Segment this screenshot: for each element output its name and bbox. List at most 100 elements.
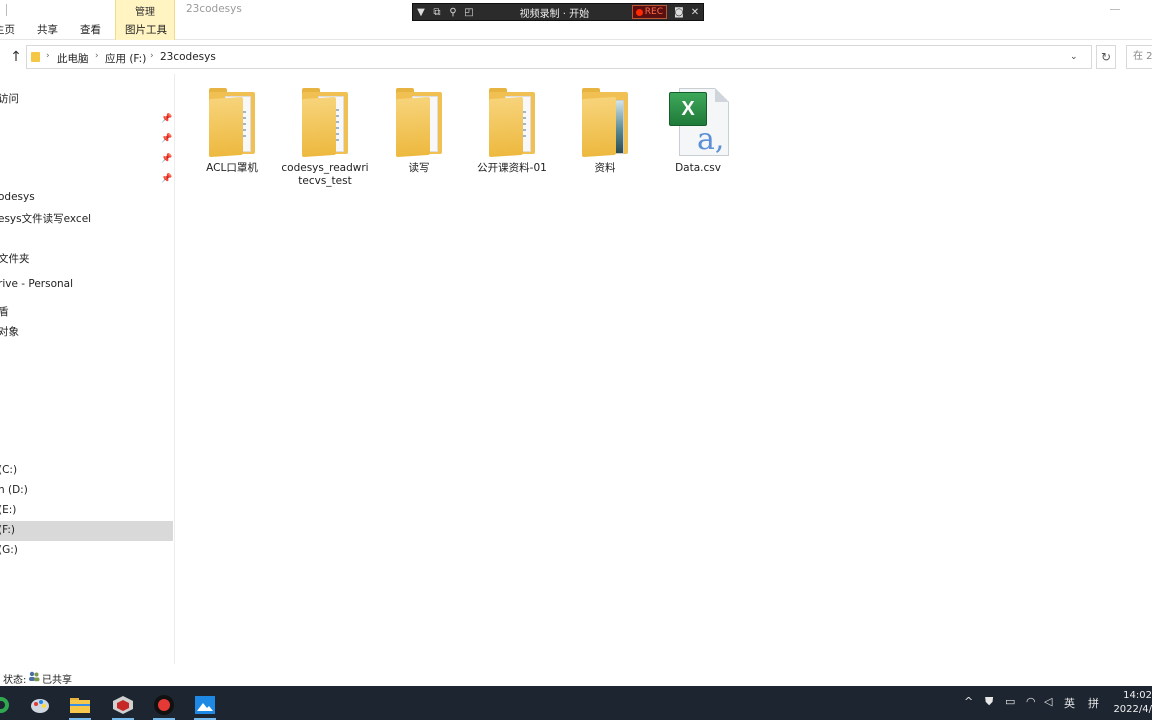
minimize-button[interactable] <box>1110 9 1120 10</box>
context-tab-manage[interactable]: 管理 <box>115 3 175 18</box>
browser-icon[interactable] <box>0 690 18 720</box>
refresh-button[interactable]: ↻ <box>1096 45 1116 69</box>
search-input[interactable]: 在 2 <box>1126 45 1152 69</box>
sidebar-item-codesys[interactable]: odesys <box>0 188 175 208</box>
close-icon[interactable]: ✕ <box>687 4 703 20</box>
folder-icon <box>31 52 40 62</box>
sidebar-item-label: (C:) <box>0 464 18 476</box>
ime-mode[interactable]: 拼 <box>1088 695 1099 711</box>
restore-icon[interactable]: ⧉ <box>429 4 445 20</box>
volume-icon[interactable]: ◁ <box>1044 695 1052 708</box>
file-name: 公开课资料-01 <box>477 162 547 174</box>
sidebar-item-onedrive[interactable]: rive - Personal <box>0 275 175 295</box>
recorder-toolbar: ▼ ⧉ ⚲ ◰ 视频录制 · 开始 REC ◙ ✕ <box>412 3 704 21</box>
codesys-icon[interactable] <box>106 690 140 720</box>
file-tile-course-material[interactable]: 公开课资料-01 <box>468 88 556 175</box>
pin-icon[interactable]: 📌 <box>161 134 172 144</box>
excel-file-icon: X a, <box>665 88 731 158</box>
sidebar-item-3d-objects[interactable]: 对象 <box>0 321 175 341</box>
tab-home[interactable]: 主页 <box>0 22 15 37</box>
sidebar-item-label: 访问 <box>0 93 19 105</box>
file-name: Data.csv <box>675 162 721 174</box>
file-tile-read-write[interactable]: 读写 <box>375 88 463 175</box>
sidebar-item-label: 对象 <box>0 326 19 338</box>
sidebar-item-drive-c[interactable]: (C:) <box>0 461 175 481</box>
status-label: 状态: <box>3 675 27 686</box>
file-name: 资料 <box>594 162 616 174</box>
sidebar-item-label: (E:) <box>0 504 17 516</box>
breadcrumb-23codesys[interactable]: 23codesys <box>160 51 216 63</box>
sidebar-item-label: 文件夹 <box>0 253 30 265</box>
sidebar-item-drive-g[interactable]: (G:) <box>0 541 175 561</box>
pin-icon[interactable]: 📌 <box>161 174 172 184</box>
security-shield-icon[interactable]: ⛊ <box>985 695 993 709</box>
show-hidden-icons[interactable]: ^ <box>964 695 973 708</box>
record-button[interactable]: REC <box>631 5 667 19</box>
address-row: ↑ › 此电脑 › 应用 (F:) › 23codesys ⌄ <box>0 41 1152 73</box>
sidebar-item-drive-e[interactable]: (E:) <box>0 501 175 521</box>
clock-date: 2022/4/ <box>1113 704 1152 715</box>
file-name: 读写 <box>408 162 430 174</box>
tab-share[interactable]: 共享 <box>37 22 58 37</box>
screen-recorder-icon[interactable] <box>147 690 181 720</box>
breadcrumb-drive-f[interactable]: 应用 (F:) <box>105 51 146 66</box>
file-tile-acl[interactable]: ACL口罩机 <box>188 88 276 175</box>
photos-icon[interactable] <box>188 690 222 720</box>
file-tile-data-csv[interactable]: X a, Data.csv <box>654 88 742 175</box>
sidebar-item-label: esys文件读写excel <box>0 213 92 225</box>
camera-icon[interactable]: ◙ <box>671 4 687 20</box>
sidebar-item-folder[interactable]: 文件夹 <box>0 248 175 268</box>
folder-icon <box>386 88 452 158</box>
zoom-icon[interactable]: ⚲ <box>445 4 461 20</box>
sidebar-item-network[interactable]: 盾 <box>0 301 175 321</box>
chevron-right-icon[interactable]: › <box>150 51 154 61</box>
file-explorer-icon[interactable] <box>63 690 97 720</box>
sidebar-item-label: n (D:) <box>0 484 28 496</box>
folder-icon <box>572 88 638 158</box>
breadcrumb-this-pc[interactable]: 此电脑 <box>57 51 89 66</box>
sidebar-item-label: rive - Personal <box>0 278 74 290</box>
file-tile-codesys-test[interactable]: codesys_readwritecvs_test <box>281 88 369 188</box>
sidebar-item-label: 盾 <box>0 306 9 318</box>
file-explorer-window: 管理 23codesys 主页 共享 查看 图片工具 ▼ ⧉ ⚲ ◰ 视频录制 … <box>0 0 1152 720</box>
file-list: ACL口罩机 codesys_readwritecvs_test 读写 公开课资… <box>176 74 1152 664</box>
sidebar-item-label: (G:) <box>0 544 18 556</box>
pin-icon[interactable]: 📌 <box>161 154 172 164</box>
sidebar-item-drive-d[interactable]: n (D:) <box>0 481 175 501</box>
address-bar[interactable]: › 此电脑 › 应用 (F:) › 23codesys <box>26 45 1092 69</box>
sidebar-item-drive-f[interactable]: (F:) <box>0 521 173 541</box>
sidebar-item-codesys-excel[interactable]: esys文件读写excel <box>0 208 175 228</box>
chevron-right-icon[interactable]: › <box>46 51 50 61</box>
taskbar: ^ ⛊ ▭ ◠ ◁ 英 拼 14:02 2022/4/ <box>0 686 1152 720</box>
shared-users-icon <box>29 671 40 682</box>
status-bar: 状态: 已共享 <box>0 668 1152 686</box>
file-tile-materials[interactable]: 资料 <box>561 88 649 175</box>
up-arrow-icon[interactable]: ↑ <box>8 48 24 66</box>
sidebar-item-quick-access[interactable]: 访问 <box>0 88 175 108</box>
clock-time: 14:02 <box>1123 690 1152 701</box>
tab-view[interactable]: 查看 <box>80 22 101 37</box>
record-label: REC <box>644 7 663 17</box>
folder-icon <box>292 88 358 158</box>
navigation-pane: 访问 📌 📌 📌 📌 odesys esys文件读写excel 文件夹 rive… <box>0 74 175 664</box>
paint-icon[interactable] <box>23 690 57 720</box>
chevron-down-icon[interactable]: ⌄ <box>1070 52 1078 62</box>
battery-icon[interactable]: ▭ <box>1005 695 1015 708</box>
file-name: codesys_readwritecvs_test <box>281 162 369 187</box>
dropdown-icon[interactable]: ▼ <box>413 4 429 20</box>
status-shared: 已共享 <box>42 675 72 686</box>
chevron-right-icon[interactable]: › <box>95 51 99 61</box>
system-clock[interactable]: 14:02 2022/4/ <box>1112 689 1152 717</box>
region-icon[interactable]: ◰ <box>461 4 477 20</box>
folder-icon <box>199 88 265 158</box>
sidebar-item-label: odesys <box>0 191 35 203</box>
folder-icon <box>479 88 545 158</box>
tab-picture-tools[interactable]: 图片工具 <box>125 22 167 37</box>
sidebar-item-label: (F:) <box>0 524 15 536</box>
window-title: 23codesys <box>186 3 242 15</box>
ime-language[interactable]: 英 <box>1064 695 1075 711</box>
recorder-title: 视频录制 · 开始 <box>519 8 590 20</box>
file-name: ACL口罩机 <box>206 162 258 174</box>
wifi-icon[interactable]: ◠ <box>1026 695 1036 708</box>
pin-icon[interactable]: 📌 <box>161 114 172 124</box>
